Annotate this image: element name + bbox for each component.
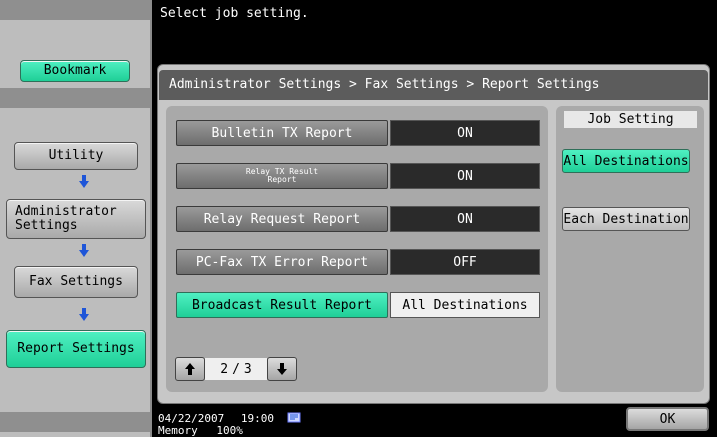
page-current: 2 — [220, 361, 229, 377]
page-down-button[interactable] — [267, 357, 297, 381]
bookmark-button[interactable]: Bookmark — [20, 60, 130, 82]
each-destination-button[interactable]: Each Destination — [562, 207, 690, 231]
relay-request-report-button[interactable]: Relay Request Report — [176, 206, 388, 232]
arrow-down-icon — [79, 175, 89, 188]
pc-fax-tx-error-report-button[interactable]: PC-Fax TX Error Report — [176, 249, 388, 275]
relay-tx-result-label-line2: Report — [267, 175, 297, 184]
bulletin-tx-report-value: ON — [390, 120, 540, 146]
broadcast-result-report-button[interactable]: Broadcast Result Report — [176, 292, 388, 318]
breadcrumb: Administrator Settings > Fax Settings > … — [159, 70, 708, 100]
relay-tx-result-report-value: ON — [390, 163, 540, 189]
arrow-down-icon — [277, 363, 287, 375]
pc-fax-tx-error-report-value: OFF — [390, 249, 540, 275]
status-time: 19:00 — [240, 412, 274, 425]
page-separator: / — [232, 361, 240, 377]
memory-label: Memory — [158, 424, 198, 437]
page-total: 3 — [243, 361, 252, 377]
sidebar-band-bottom — [0, 412, 150, 432]
page-up-button[interactable] — [175, 357, 205, 381]
report-settings-button[interactable]: Report Settings — [6, 330, 146, 368]
ok-button[interactable]: OK — [626, 407, 709, 431]
instruction-message: Select job setting. — [152, 0, 717, 56]
fax-settings-button[interactable]: Fax Settings — [14, 266, 138, 298]
memory-value: 100% — [216, 424, 243, 437]
arrow-up-icon — [185, 363, 195, 375]
fax-status-icon — [287, 412, 301, 423]
pager: 2 / 3 — [175, 356, 297, 382]
relay-request-report-value: ON — [390, 206, 540, 232]
utility-button[interactable]: Utility — [14, 142, 138, 170]
relay-tx-result-report-button[interactable]: Relay TX Result Report — [176, 163, 388, 189]
all-destinations-button[interactable]: All Destinations — [562, 149, 690, 173]
arrow-down-icon — [79, 308, 89, 321]
page-indicator: 2 / 3 — [205, 358, 267, 380]
arrow-down-icon — [79, 244, 89, 257]
sidebar-band-top — [0, 0, 150, 20]
bulletin-tx-report-button[interactable]: Bulletin TX Report — [176, 120, 388, 146]
status-info: 04/22/2007 19:00 Memory 100% — [158, 411, 301, 437]
administrator-settings-button[interactable]: Administrator Settings — [6, 199, 146, 239]
sidebar-band-middle — [0, 88, 150, 108]
job-setting-title: Job Setting — [564, 111, 697, 128]
broadcast-result-report-value: All Destinations — [390, 292, 540, 318]
